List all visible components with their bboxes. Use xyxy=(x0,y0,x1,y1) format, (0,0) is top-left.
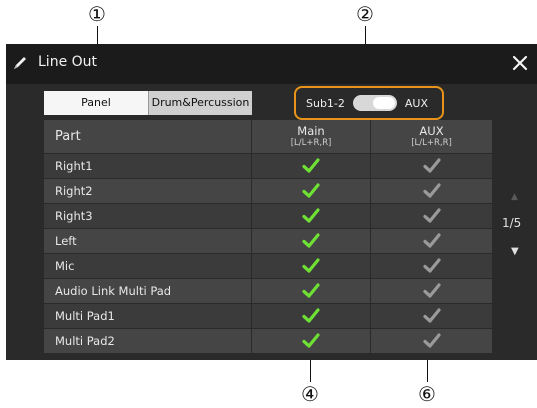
aux-check-icon[interactable] xyxy=(371,304,493,329)
main-check-icon[interactable] xyxy=(252,179,371,204)
main-check-icon[interactable] xyxy=(252,329,371,354)
aux-check-icon[interactable] xyxy=(371,204,493,229)
main-check-icon[interactable] xyxy=(252,154,371,179)
table-row: Multi Pad2 xyxy=(44,329,500,354)
table-row: Right2 xyxy=(44,179,500,204)
output-table: Part Main [L/L+R,R] AUX [L/L+R,R] Right1… xyxy=(44,120,500,354)
table-row: Mic xyxy=(44,254,500,279)
part-label: Mic xyxy=(44,254,252,279)
aux-check-icon[interactable] xyxy=(371,279,493,304)
table-row: Left xyxy=(44,229,500,254)
aux-check-icon[interactable] xyxy=(371,179,493,204)
table-row: Multi Pad1 xyxy=(44,304,500,329)
header-aux: AUX [L/L+R,R] xyxy=(371,120,493,154)
header-aux-sub: [L/L+R,R] xyxy=(411,137,452,148)
aux-check-icon[interactable] xyxy=(371,229,493,254)
part-label: Right3 xyxy=(44,204,252,229)
header-part: Part xyxy=(44,120,252,154)
main-check-icon[interactable] xyxy=(252,204,371,229)
header-main-sub: [L/L+R,R] xyxy=(290,137,332,148)
callout-2-highlight xyxy=(294,86,444,120)
callout-4: ④ xyxy=(301,382,319,406)
tab-group: Panel Drum&Percussion xyxy=(44,91,252,115)
main-check-icon[interactable] xyxy=(252,304,371,329)
callout-2: ② xyxy=(356,2,374,26)
table-row: Audio Link Multi Pad xyxy=(44,279,500,304)
main-check-icon[interactable] xyxy=(252,254,371,279)
aux-check-icon[interactable] xyxy=(371,329,493,354)
aux-check-icon[interactable] xyxy=(371,254,493,279)
table-row: Right3 xyxy=(44,204,500,229)
tab-panel[interactable]: Panel xyxy=(44,91,148,115)
part-label: Left xyxy=(44,229,252,254)
callout-1: ① xyxy=(88,2,106,26)
part-label: Right2 xyxy=(44,179,252,204)
page-down-icon[interactable]: ▼ xyxy=(511,246,519,257)
header-main-label: Main xyxy=(297,123,325,138)
line-out-screen: Line Out Panel Drum&Percussion Sub1-2 AU… xyxy=(6,44,537,360)
header-aux-label: AUX xyxy=(419,123,444,138)
window-title: Line Out xyxy=(38,54,98,70)
main-check-icon[interactable] xyxy=(252,279,371,304)
pen-icon xyxy=(14,57,26,69)
main-check-icon[interactable] xyxy=(252,229,371,254)
page-up-icon: ▲ xyxy=(511,192,518,202)
part-label: Right1 xyxy=(44,154,252,179)
callout-6: ⑥ xyxy=(418,382,436,406)
aux-check-icon[interactable] xyxy=(371,154,493,179)
table-header-row: Part Main [L/L+R,R] AUX [L/L+R,R] xyxy=(44,120,500,154)
close-icon[interactable] xyxy=(509,52,531,74)
title-bar: Line Out xyxy=(6,44,537,84)
part-label: Audio Link Multi Pad xyxy=(44,279,252,304)
part-label: Multi Pad1 xyxy=(44,304,252,329)
table-row: Right1 xyxy=(44,154,500,179)
page-indicator: 1/5 xyxy=(502,216,522,230)
tab-drum-percussion[interactable]: Drum&Percussion xyxy=(148,91,252,115)
part-label: Multi Pad2 xyxy=(44,329,252,354)
table-body: Right1 Right2 Right3 Left Mic Audio Link Mult… xyxy=(44,154,500,354)
header-main: Main [L/L+R,R] xyxy=(252,120,371,154)
